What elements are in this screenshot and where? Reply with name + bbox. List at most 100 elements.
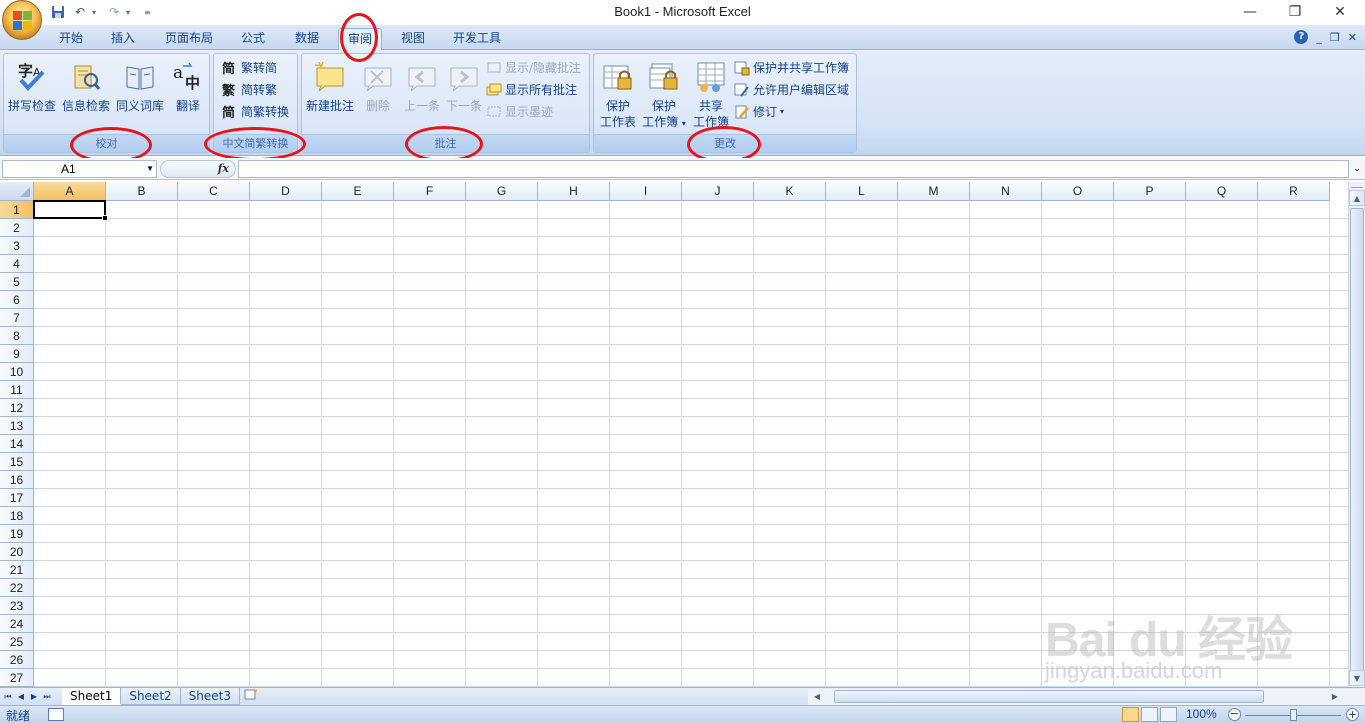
row-header[interactable]: 15 xyxy=(0,453,34,471)
tab-formulas[interactable]: 公式 xyxy=(232,28,274,50)
column-header[interactable]: I xyxy=(610,182,682,201)
row-header[interactable]: 13 xyxy=(0,417,34,435)
protect-sheet-button[interactable]: 保护 工作表 xyxy=(596,58,640,132)
row-header[interactable]: 21 xyxy=(0,561,34,579)
tab-data[interactable]: 数据 xyxy=(286,28,328,50)
macro-record-icon[interactable] xyxy=(48,708,64,721)
row-header[interactable]: 24 xyxy=(0,615,34,633)
column-header[interactable]: M xyxy=(898,182,970,201)
formula-input[interactable] xyxy=(238,160,1349,178)
row-header[interactable]: 25 xyxy=(0,633,34,651)
cells-area[interactable] xyxy=(34,201,1348,687)
chinese-conversion-button[interactable]: 简 简繁转换 xyxy=(222,102,289,122)
column-header[interactable]: P xyxy=(1114,182,1186,201)
row-header[interactable]: 4 xyxy=(0,255,34,273)
column-header[interactable]: F xyxy=(394,182,466,201)
row-header[interactable]: 8 xyxy=(0,327,34,345)
prev-sheet-icon[interactable]: ◀ xyxy=(15,690,27,704)
page-layout-view-icon[interactable] xyxy=(1141,707,1158,722)
row-header[interactable]: 20 xyxy=(0,543,34,561)
zoom-slider-thumb[interactable] xyxy=(1290,709,1297,721)
tab-developer[interactable]: 开发工具 xyxy=(446,28,508,50)
workbook-minimize-icon[interactable]: _ xyxy=(1316,31,1322,44)
column-header[interactable]: C xyxy=(178,182,250,201)
thesaurus-button[interactable]: 同义词库 xyxy=(114,58,166,132)
row-header[interactable]: 14 xyxy=(0,435,34,453)
last-sheet-icon[interactable]: ⏭ xyxy=(41,690,53,704)
translate-button[interactable]: a中 翻译 xyxy=(162,58,214,132)
zoom-in-icon[interactable]: + xyxy=(1346,708,1359,721)
tab-page-layout[interactable]: 页面布局 xyxy=(158,28,220,50)
show-ink-button[interactable]: 显示墨迹 xyxy=(486,102,553,122)
select-all-button[interactable] xyxy=(0,182,34,201)
column-header[interactable]: Q xyxy=(1186,182,1258,201)
row-header[interactable]: 9 xyxy=(0,345,34,363)
scroll-right-icon[interactable]: ▶ xyxy=(1328,689,1342,704)
active-cell[interactable] xyxy=(33,200,106,219)
row-header[interactable]: 16 xyxy=(0,471,34,489)
traditional-to-simplified-button[interactable]: 简 繁转简 xyxy=(222,58,277,78)
row-header[interactable]: 23 xyxy=(0,597,34,615)
research-button[interactable]: 信息检索 xyxy=(60,58,112,132)
row-header[interactable]: 12 xyxy=(0,399,34,417)
sheet-tab-sheet3[interactable]: Sheet3 xyxy=(180,688,240,705)
insert-function-icon[interactable]: fx xyxy=(218,162,229,175)
scroll-down-icon[interactable]: ▼ xyxy=(1349,670,1365,686)
column-header[interactable]: D xyxy=(250,182,322,201)
vertical-scrollbar[interactable]: ▲ ▼ xyxy=(1348,182,1365,687)
share-workbook-button[interactable]: 共享 工作簿 xyxy=(688,58,734,132)
column-header[interactable]: O xyxy=(1042,182,1114,201)
workbook-close-icon[interactable]: ✕ xyxy=(1348,31,1357,44)
row-header[interactable]: 11 xyxy=(0,381,34,399)
vertical-scroll-thumb[interactable] xyxy=(1350,208,1364,678)
row-header[interactable]: 2 xyxy=(0,219,34,237)
column-header[interactable]: A xyxy=(34,182,106,201)
column-header[interactable]: B xyxy=(106,182,178,201)
name-box-dropdown-icon[interactable]: ▼ xyxy=(146,161,154,177)
protect-workbook-button[interactable]: 保护 工作簿 ▾ xyxy=(640,58,688,132)
horizontal-scroll-thumb[interactable] xyxy=(834,690,1264,703)
row-header[interactable]: 3 xyxy=(0,237,34,255)
row-header[interactable]: 19 xyxy=(0,525,34,543)
row-header[interactable]: 6 xyxy=(0,291,34,309)
horizontal-scrollbar[interactable]: ◀ ▶ xyxy=(808,689,1365,705)
tab-home[interactable]: 开始 xyxy=(50,28,92,50)
allow-edit-ranges-button[interactable]: 允许用户编辑区域 xyxy=(734,80,849,100)
first-sheet-icon[interactable]: ⏮ xyxy=(2,690,14,704)
fill-handle[interactable] xyxy=(102,215,108,221)
row-header[interactable]: 18 xyxy=(0,507,34,525)
show-hide-comment-button[interactable]: 显示/隐藏批注 xyxy=(486,58,581,78)
close-button[interactable]: ✕ xyxy=(1318,0,1362,24)
column-header[interactable]: J xyxy=(682,182,754,201)
insert-sheet-icon[interactable] xyxy=(240,688,262,705)
spelling-button[interactable]: 字A 拼写检查 xyxy=(6,58,58,132)
row-header[interactable]: 27 xyxy=(0,669,34,687)
next-sheet-icon[interactable]: ▶ xyxy=(28,690,40,704)
column-header[interactable]: H xyxy=(538,182,610,201)
row-header[interactable]: 5 xyxy=(0,273,34,291)
help-icon[interactable]: ? xyxy=(1294,30,1309,44)
vertical-split-handle[interactable] xyxy=(1351,182,1363,188)
column-header[interactable]: L xyxy=(826,182,898,201)
column-header[interactable]: R xyxy=(1258,182,1330,201)
next-comment-button[interactable]: 下一条 xyxy=(438,58,490,132)
protect-share-workbook-button[interactable]: 保护并共享工作簿 xyxy=(734,58,849,78)
row-header[interactable]: 1 xyxy=(0,201,34,219)
zoom-level[interactable]: 100% xyxy=(1186,707,1217,721)
track-changes-button[interactable]: 修订 ▾ xyxy=(734,102,784,122)
row-header[interactable]: 22 xyxy=(0,579,34,597)
office-button[interactable] xyxy=(2,0,42,40)
page-break-view-icon[interactable] xyxy=(1160,707,1177,722)
column-header[interactable]: N xyxy=(970,182,1042,201)
row-header[interactable]: 17 xyxy=(0,489,34,507)
column-header[interactable]: E xyxy=(322,182,394,201)
tab-view[interactable]: 视图 xyxy=(392,28,434,50)
tab-insert[interactable]: 插入 xyxy=(102,28,144,50)
column-header[interactable]: K xyxy=(754,182,826,201)
row-header[interactable]: 7 xyxy=(0,309,34,327)
row-header[interactable]: 10 xyxy=(0,363,34,381)
scroll-left-icon[interactable]: ◀ xyxy=(810,689,824,704)
row-header[interactable]: 26 xyxy=(0,651,34,669)
name-box[interactable]: A1 ▼ xyxy=(2,160,157,178)
restore-button[interactable]: ❐ xyxy=(1273,0,1317,24)
